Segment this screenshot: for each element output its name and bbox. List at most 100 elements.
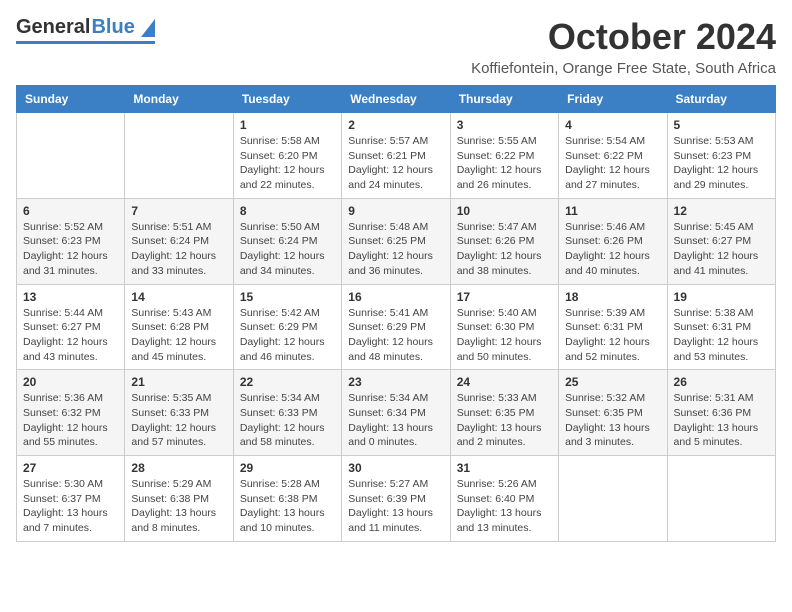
day-info: Sunrise: 5:33 AMSunset: 6:35 PMDaylight:… <box>457 391 552 450</box>
day-info: Sunrise: 5:41 AMSunset: 6:29 PMDaylight:… <box>348 306 443 365</box>
day-number: 22 <box>240 375 335 389</box>
day-number: 20 <box>23 375 118 389</box>
table-row: 5 Sunrise: 5:53 AMSunset: 6:23 PMDaylight… <box>667 113 775 199</box>
table-row: 4 Sunrise: 5:54 AMSunset: 6:22 PMDaylight… <box>559 113 667 199</box>
day-number: 16 <box>348 290 443 304</box>
day-number: 27 <box>23 461 118 475</box>
logo-underline <box>16 41 155 44</box>
day-info: Sunrise: 5:30 AMSunset: 6:37 PMDaylight:… <box>23 477 118 536</box>
table-row <box>559 456 667 542</box>
day-number: 18 <box>565 290 660 304</box>
table-row: 10 Sunrise: 5:47 AMSunset: 6:26 PMDayligh… <box>450 198 558 284</box>
calendar-week-row: 1 Sunrise: 5:58 AMSunset: 6:20 PMDaylight… <box>17 113 776 199</box>
logo-general: General <box>16 16 90 39</box>
day-number: 4 <box>565 118 660 132</box>
day-number: 2 <box>348 118 443 132</box>
calendar-week-row: 13Sunrise: 5:44 AMSunset: 6:27 PMDayligh… <box>17 284 776 370</box>
day-info: Sunrise: 5:35 AMSunset: 6:33 PMDaylight:… <box>131 391 226 450</box>
day-info: Sunrise: 5:31 AMSunset: 6:36 PMDaylight:… <box>674 391 769 450</box>
day-info: Sunrise: 5:42 AMSunset: 6:29 PMDaylight:… <box>240 306 335 365</box>
day-number: 6 <box>23 204 118 218</box>
table-row: 3 Sunrise: 5:55 AMSunset: 6:22 PMDaylight… <box>450 113 558 199</box>
calendar-week-row: 6 Sunrise: 5:52 AMSunset: 6:23 PMDaylight… <box>17 198 776 284</box>
day-info: Sunrise: 5:57 AMSunset: 6:21 PMDaylight:… <box>348 134 443 193</box>
table-row <box>125 113 233 199</box>
day-number: 12 <box>674 204 769 218</box>
day-info: Sunrise: 5:55 AMSunset: 6:22 PMDaylight:… <box>457 134 552 193</box>
col-tuesday: Tuesday <box>233 86 341 113</box>
table-row: 21 Sunrise: 5:35 AMSunset: 6:33 PMDayligh… <box>125 370 233 456</box>
day-number: 15 <box>240 290 335 304</box>
table-row: 9Sunrise: 5:48 AMSunset: 6:25 PMDaylight… <box>342 198 450 284</box>
table-row: 22 Sunrise: 5:34 AMSunset: 6:33 PMDayligh… <box>233 370 341 456</box>
day-info: Sunrise: 5:43 AMSunset: 6:28 PMDaylight:… <box>131 306 226 365</box>
table-row: 11 Sunrise: 5:46 AMSunset: 6:26 PMDayligh… <box>559 198 667 284</box>
table-row <box>17 113 125 199</box>
day-number: 14 <box>131 290 226 304</box>
title-section: October 2024 Koffiefontein, Orange Free … <box>471 16 776 77</box>
day-number: 31 <box>457 461 552 475</box>
day-info: Sunrise: 5:29 AMSunset: 6:38 PMDaylight:… <box>131 477 226 536</box>
day-number: 3 <box>457 118 552 132</box>
table-row: 2 Sunrise: 5:57 AMSunset: 6:21 PMDaylight… <box>342 113 450 199</box>
day-number: 21 <box>131 375 226 389</box>
table-row: 17 Sunrise: 5:40 AMSunset: 6:30 PMDayligh… <box>450 284 558 370</box>
table-row: 8 Sunrise: 5:50 AMSunset: 6:24 PMDaylight… <box>233 198 341 284</box>
day-info: Sunrise: 5:27 AMSunset: 6:39 PMDaylight:… <box>348 477 443 536</box>
table-row: 16 Sunrise: 5:41 AMSunset: 6:29 PMDayligh… <box>342 284 450 370</box>
day-info: Sunrise: 5:40 AMSunset: 6:30 PMDaylight:… <box>457 306 552 365</box>
day-info: Sunrise: 5:26 AMSunset: 6:40 PMDaylight:… <box>457 477 552 536</box>
day-number: 5 <box>674 118 769 132</box>
day-number: 29 <box>240 461 335 475</box>
day-info: Sunrise: 5:53 AMSunset: 6:23 PMDaylight:… <box>674 134 769 193</box>
day-number: 30 <box>348 461 443 475</box>
day-info: Sunrise: 5:45 AMSunset: 6:27 PMDaylight:… <box>674 220 769 279</box>
table-row: 24Sunrise: 5:33 AMSunset: 6:35 PMDayligh… <box>450 370 558 456</box>
table-row <box>667 456 775 542</box>
table-row: 23Sunrise: 5:34 AMSunset: 6:34 PMDayligh… <box>342 370 450 456</box>
col-friday: Friday <box>559 86 667 113</box>
table-row: 19 Sunrise: 5:38 AMSunset: 6:31 PMDayligh… <box>667 284 775 370</box>
day-number: 7 <box>131 204 226 218</box>
day-info: Sunrise: 5:38 AMSunset: 6:31 PMDaylight:… <box>674 306 769 365</box>
day-info: Sunrise: 5:47 AMSunset: 6:26 PMDaylight:… <box>457 220 552 279</box>
day-info: Sunrise: 5:34 AMSunset: 6:34 PMDaylight:… <box>348 391 443 450</box>
day-number: 17 <box>457 290 552 304</box>
table-row: 31 Sunrise: 5:26 AMSunset: 6:40 PMDayligh… <box>450 456 558 542</box>
day-number: 10 <box>457 204 552 218</box>
day-info: Sunrise: 5:51 AMSunset: 6:24 PMDaylight:… <box>131 220 226 279</box>
table-row: 29 Sunrise: 5:28 AMSunset: 6:38 PMDayligh… <box>233 456 341 542</box>
table-row: 13Sunrise: 5:44 AMSunset: 6:27 PMDayligh… <box>17 284 125 370</box>
calendar-table: Sunday Monday Tuesday Wednesday Thursday… <box>16 85 776 542</box>
day-number: 25 <box>565 375 660 389</box>
day-info: Sunrise: 5:34 AMSunset: 6:33 PMDaylight:… <box>240 391 335 450</box>
logo-blue: Blue <box>91 16 134 39</box>
page-header: General Blue October 2024 Koffiefontein,… <box>16 16 776 77</box>
day-info: Sunrise: 5:48 AMSunset: 6:25 PMDaylight:… <box>348 220 443 279</box>
day-info: Sunrise: 5:28 AMSunset: 6:38 PMDaylight:… <box>240 477 335 536</box>
calendar-week-row: 20 Sunrise: 5:36 AMSunset: 6:32 PMDayligh… <box>17 370 776 456</box>
table-row: 1 Sunrise: 5:58 AMSunset: 6:20 PMDaylight… <box>233 113 341 199</box>
table-row: 26 Sunrise: 5:31 AMSunset: 6:36 PMDayligh… <box>667 370 775 456</box>
day-info: Sunrise: 5:39 AMSunset: 6:31 PMDaylight:… <box>565 306 660 365</box>
day-info: Sunrise: 5:50 AMSunset: 6:24 PMDaylight:… <box>240 220 335 279</box>
day-number: 1 <box>240 118 335 132</box>
logo: General Blue <box>16 16 155 44</box>
calendar-header-row: Sunday Monday Tuesday Wednesday Thursday… <box>17 86 776 113</box>
day-number: 8 <box>240 204 335 218</box>
day-info: Sunrise: 5:52 AMSunset: 6:23 PMDaylight:… <box>23 220 118 279</box>
day-info: Sunrise: 5:36 AMSunset: 6:32 PMDaylight:… <box>23 391 118 450</box>
day-number: 28 <box>131 461 226 475</box>
day-info: Sunrise: 5:58 AMSunset: 6:20 PMDaylight:… <box>240 134 335 193</box>
table-row: 14 Sunrise: 5:43 AMSunset: 6:28 PMDayligh… <box>125 284 233 370</box>
day-number: 26 <box>674 375 769 389</box>
day-number: 19 <box>674 290 769 304</box>
day-info: Sunrise: 5:46 AMSunset: 6:26 PMDaylight:… <box>565 220 660 279</box>
logo-triangle-icon <box>137 19 155 37</box>
day-number: 11 <box>565 204 660 218</box>
table-row: 30 Sunrise: 5:27 AMSunset: 6:39 PMDayligh… <box>342 456 450 542</box>
day-info: Sunrise: 5:54 AMSunset: 6:22 PMDaylight:… <box>565 134 660 193</box>
month-title: October 2024 <box>471 16 776 58</box>
day-info: Sunrise: 5:32 AMSunset: 6:35 PMDaylight:… <box>565 391 660 450</box>
table-row: 12 Sunrise: 5:45 AMSunset: 6:27 PMDayligh… <box>667 198 775 284</box>
